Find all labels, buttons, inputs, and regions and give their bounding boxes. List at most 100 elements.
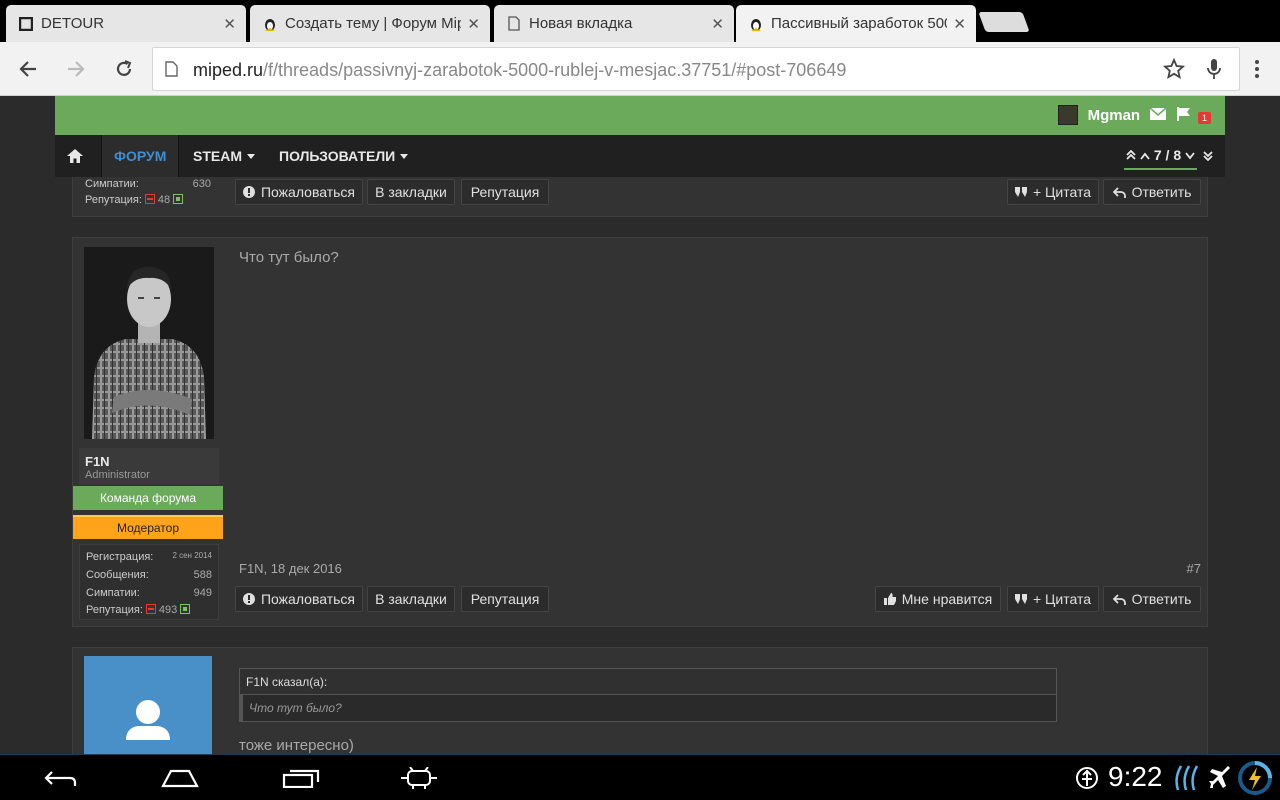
report-button[interactable]: Пожаловаться [235,586,363,612]
close-icon[interactable]: ✕ [467,15,480,33]
button-label: Пожаловаться [260,184,355,200]
page-jump-control[interactable]: 7 / 8 [1124,143,1197,170]
bookmark-button[interactable]: В закладки [367,586,455,612]
double-chevron-up-icon [1126,149,1136,160]
nav-tab-steam[interactable]: STEAM [193,135,255,177]
stat-value: 493 [158,604,178,616]
thumbs-up-icon [883,593,896,605]
post-number-link[interactable]: #7 [1187,561,1201,576]
home-icon[interactable] [55,135,95,177]
tab-detour[interactable]: DETOUR ✕ [6,5,246,42]
reputation-button[interactable]: Репутация [461,586,549,612]
recent-apps-icon[interactable] [281,763,321,793]
nav-tab-label: ПОЛЬЗОВАТЕЛИ [279,148,396,164]
like-button[interactable]: Мне нравится [875,586,1001,612]
stat-messages: Сообщения: 588 [86,569,212,581]
reply-arrow-icon [1112,186,1126,198]
page-indicator: 7 / 8 [1153,146,1182,163]
tab-title: DETOUR [41,15,105,32]
forward-arrow-icon[interactable] [62,55,90,83]
stat-registration: Регистрация: 2 сен 2014 [86,551,212,563]
rep-minus-icon[interactable] [145,604,156,614]
home-nav-icon[interactable] [160,763,200,793]
tab-title: Создать тему | Форум Miped [285,15,462,32]
airplane-mode-icon [1204,763,1236,793]
username-link[interactable]: Mgman [1088,107,1141,124]
browser-toolbar: miped.ru/f/threads/passivnyj-zarabotok-5… [0,42,1280,96]
tab-new-tab[interactable]: Новая вкладка ✕ [494,5,734,42]
bookmark-button[interactable]: В закладки [367,179,455,205]
address-bar[interactable]: miped.ru/f/threads/passivnyj-zarabotok-5… [152,47,1240,91]
stat-value: 2 сен 2014 [172,551,212,560]
alerts-count-badge: 1 [1197,111,1211,124]
user-avatar[interactable] [1057,105,1078,125]
author-avatar-photo[interactable] [84,247,214,439]
button-label: + Цитата [1032,184,1092,200]
stat-likes: Симпатии: 630 [85,178,211,190]
menu-dots-icon[interactable] [1243,55,1271,83]
button-label: Мне нравится [901,591,993,607]
quote-body: Что тут было? [240,695,1056,721]
nav-tab-label: STEAM [193,148,242,164]
report-button[interactable]: Пожаловаться [235,179,363,205]
message-text: тоже интересно) [239,737,354,754]
close-icon[interactable]: ✕ [711,15,724,33]
system-clock: 9:22 [1108,761,1163,792]
stat-value: 630 [192,178,211,190]
button-label: Репутация [470,591,540,607]
close-icon[interactable]: ✕ [953,15,966,33]
android-debug-icon[interactable] [399,763,439,793]
page-favicon-icon [506,16,522,32]
double-chevron-down-icon[interactable] [1203,151,1213,161]
stat-value[interactable]: 588 [194,569,212,581]
default-avatar[interactable] [84,656,212,754]
button-label: Ответить [1131,184,1192,200]
post-8: F1N сказал(а): Что тут было? тоже интере… [72,647,1208,754]
nav-tab-forum[interactable]: ФОРУМ [101,135,180,177]
stat-likes: Симпатии: 949 [86,587,212,599]
quote-button[interactable]: + Цитата [1007,586,1099,612]
chevron-up-icon [1140,152,1150,160]
rep-plus-icon[interactable] [180,604,191,614]
rep-minus-icon[interactable] [144,194,155,204]
rep-plus-icon[interactable] [173,194,184,204]
alerts-link[interactable]: 1 [1176,106,1211,124]
quote-button[interactable]: + Цитата [1007,179,1099,205]
alert-circle-icon [242,186,255,198]
penguin-favicon-icon [262,16,278,32]
tab-passive-income[interactable]: Пассивный заработок 5000 ✕ [736,5,976,42]
stat-reputation: Репутация: 493 [86,604,212,616]
post-author-date[interactable]: F1N, 18 дек 2016 [239,561,342,576]
stat-label: Сообщения: [86,569,149,581]
nav-tab-users[interactable]: ПОЛЬЗОВАТЕЛИ [279,135,409,177]
button-label: Пожаловаться [260,591,355,607]
page-info-icon[interactable] [165,61,178,82]
author-name-link[interactable]: F1N [85,454,213,469]
chevron-down-icon [1185,151,1195,159]
reply-button[interactable]: Ответить [1103,179,1201,205]
back-arrow-icon[interactable] [14,55,42,83]
envelope-icon[interactable] [1149,107,1167,123]
reload-icon[interactable] [110,55,138,83]
new-tab-button[interactable] [978,12,1030,32]
post-previous: Симпатии: 630 Репутация: 48 Пожаловаться… [72,177,1208,217]
usb-debug-icon [1070,763,1104,793]
page-navigator: 7 / 8 [1124,135,1213,177]
quote-header[interactable]: F1N сказал(а): [240,669,1056,695]
banner-forum-team: Команда форума [73,486,223,510]
author-stats: Регистрация: 2 сен 2014 Сообщения: 588 С… [79,544,219,620]
stat-value: 48 [157,194,171,206]
bookmark-star-icon[interactable] [1160,55,1188,83]
reputation-button[interactable]: Репутация [461,179,549,205]
quote-block: F1N сказал(а): Что тут было? [239,668,1057,722]
reply-button[interactable]: Ответить [1103,586,1201,612]
flag-icon [1177,106,1191,121]
tab-create-topic[interactable]: Создать тему | Форум Miped ✕ [250,5,490,42]
visitor-tabs: Mgman 1 [1057,105,1211,125]
back-nav-icon[interactable] [40,763,80,793]
stat-label: Репутация: [86,604,143,616]
reply-arrow-icon [1112,593,1126,605]
close-icon[interactable]: ✕ [223,15,236,33]
stat-value: 949 [193,587,212,599]
microphone-icon[interactable] [1200,55,1228,83]
